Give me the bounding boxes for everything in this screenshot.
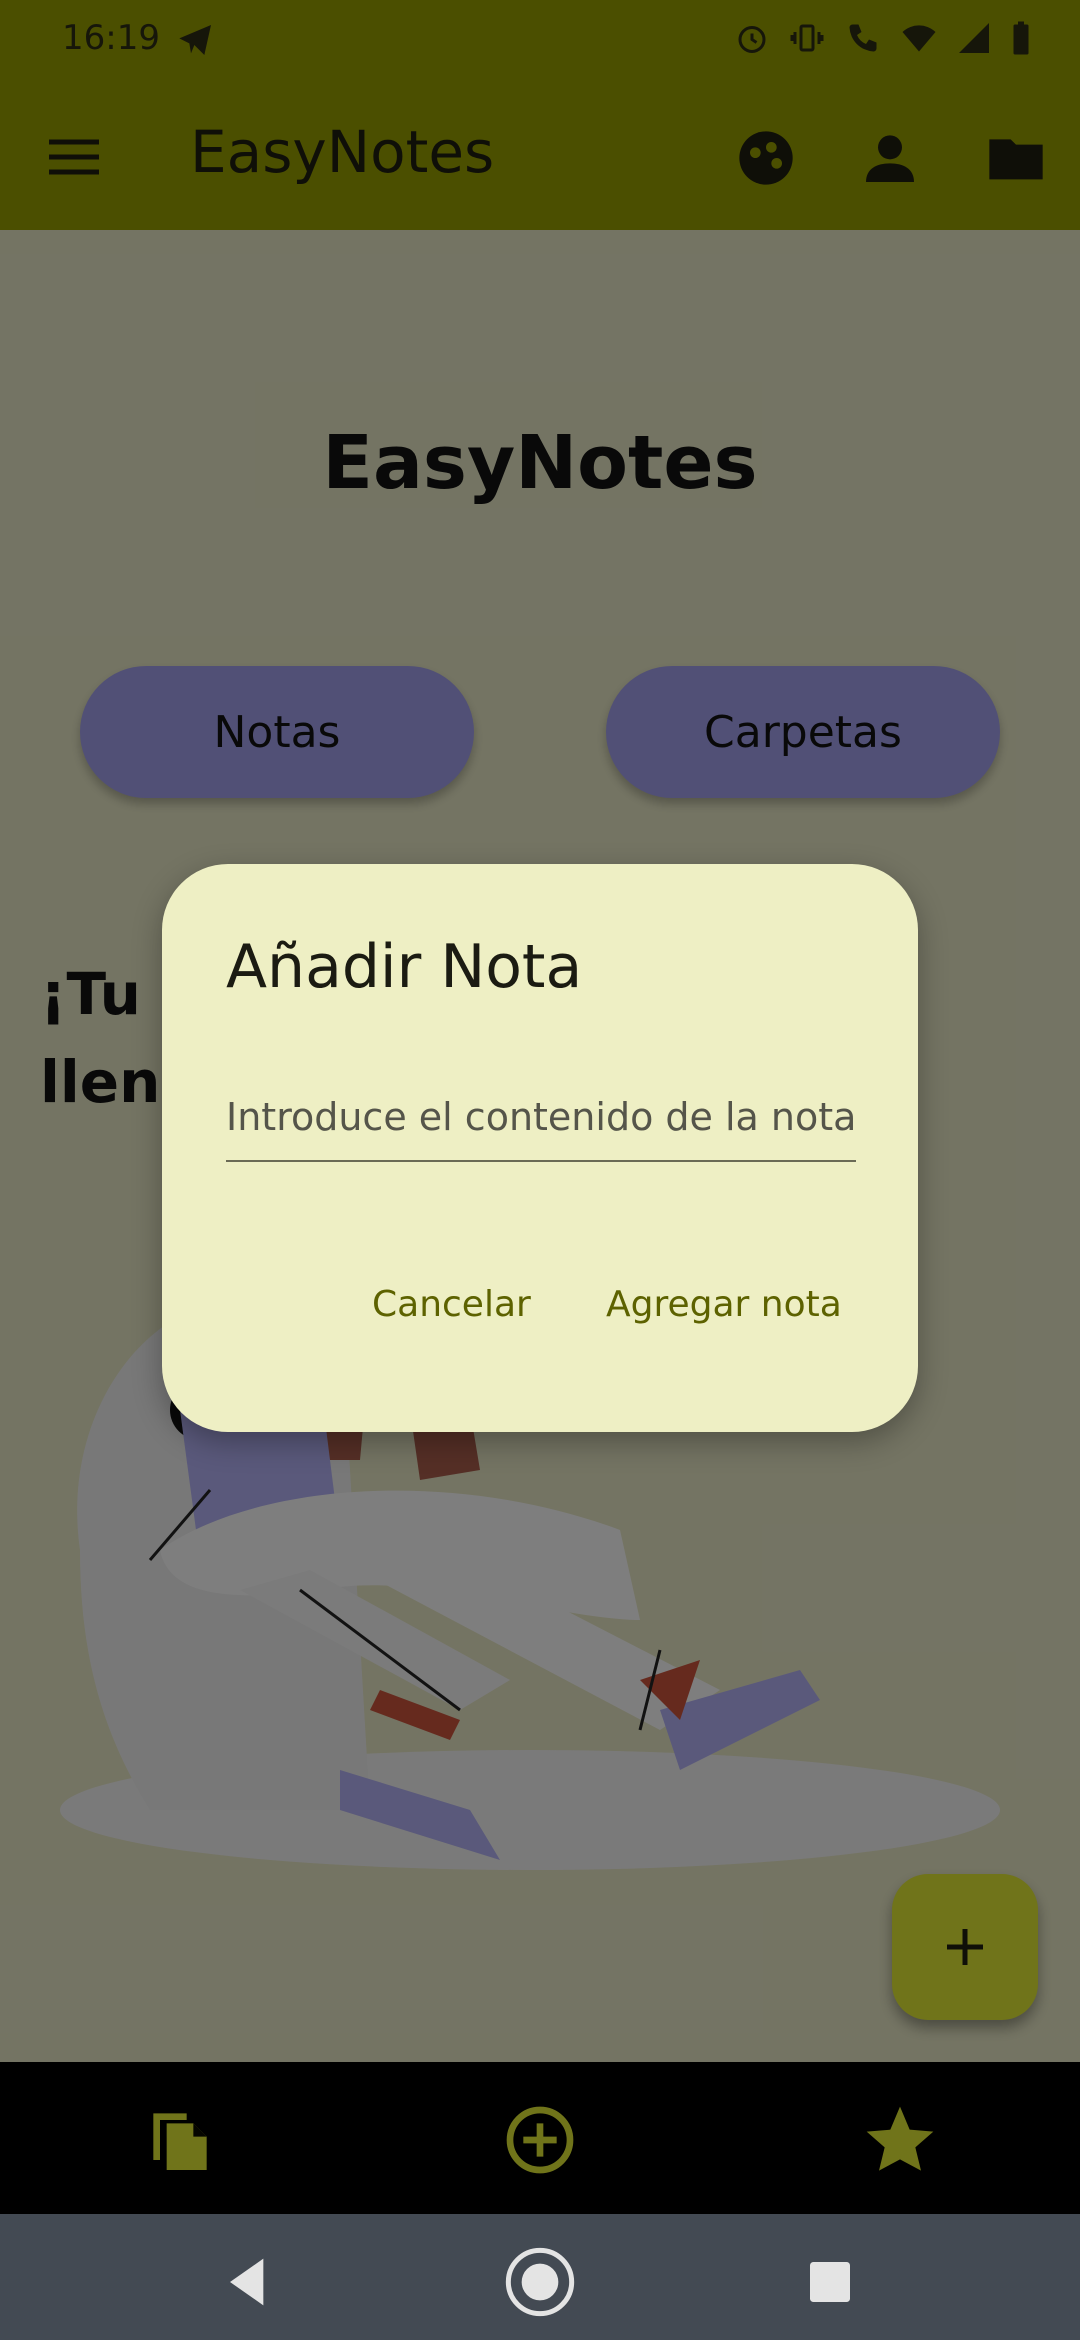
recents-icon[interactable]: [790, 2242, 870, 2322]
screen: 16:19 EasyNotes EasyNotes Notas Carpetas…: [0, 0, 1080, 2340]
note-content-input[interactable]: [226, 1074, 856, 1162]
dialog-title: Añadir Nota: [226, 932, 583, 1002]
back-icon[interactable]: [210, 2242, 290, 2322]
home-icon[interactable]: [500, 2242, 580, 2322]
add-note-button[interactable]: Agregar nota: [606, 1264, 842, 1344]
system-nav-bar: [0, 2214, 1080, 2340]
cancel-button[interactable]: Cancelar: [372, 1264, 531, 1344]
add-note-dialog: Añadir Nota Cancelar Agregar nota: [162, 864, 918, 1432]
